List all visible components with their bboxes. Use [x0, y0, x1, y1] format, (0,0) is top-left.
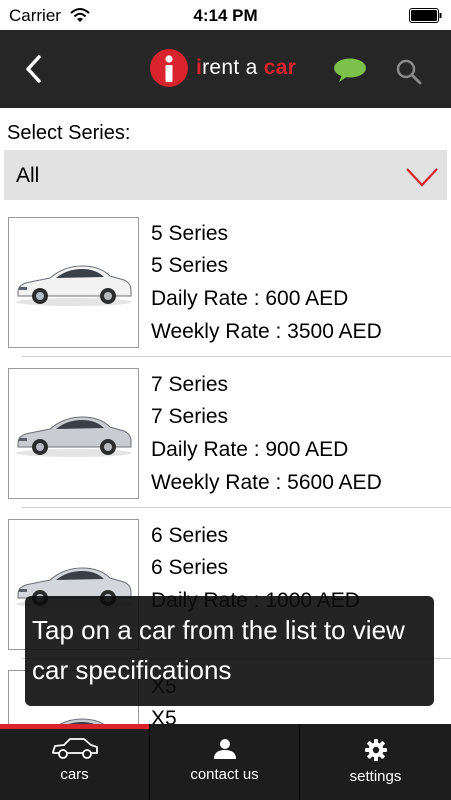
status-bar: Carrier 4:14 PM: [0, 0, 451, 30]
hint-toast-message: Tap on a car from the list to view car s…: [32, 615, 405, 685]
car-image-icon: [16, 265, 132, 306]
chevron-down-icon: [406, 168, 438, 187]
car-list-item[interactable]: 7 Series 7 Series Daily Rate : 900 AED W…: [0, 361, 451, 512]
car-image-icon: [59, 718, 105, 724]
car-subtitle: 6 Series: [151, 556, 229, 579]
app-logo: irent a car: [150, 49, 296, 87]
hint-toast: Tap on a car from the list to view car s…: [25, 596, 434, 706]
battery-icon: [409, 8, 442, 23]
series-selected-value: All: [16, 164, 40, 187]
gear-icon: [364, 739, 387, 761]
car-daily-rate: Daily Rate : 600 AED: [151, 287, 349, 310]
tab-bar: cars contact us settings: [0, 724, 451, 800]
tab-label: settings: [349, 768, 402, 785]
car-weekly-rate: Weekly Rate : 5600 AED: [151, 471, 382, 494]
tab-label: cars: [60, 766, 89, 783]
series-dropdown[interactable]: All: [4, 150, 447, 200]
search-icon[interactable]: [395, 58, 423, 86]
car-subtitle: X5: [151, 707, 177, 724]
person-icon: [213, 739, 236, 759]
select-series-label: Select Series:: [7, 122, 131, 144]
car-subtitle: 5 Series: [151, 254, 229, 277]
car-title: 6 Series: [151, 524, 229, 547]
clock: 4:14 PM: [193, 6, 258, 25]
chat-bubble-icon[interactable]: [333, 57, 367, 83]
car-image-icon: [16, 416, 132, 457]
tab-cars[interactable]: cars: [0, 724, 150, 800]
divider: [22, 356, 451, 357]
tab-contact-us[interactable]: contact us: [150, 724, 300, 800]
car-list-item[interactable]: 5 Series 5 Series Daily Rate : 600 AED W…: [0, 210, 451, 361]
car-title: 5 Series: [151, 222, 229, 245]
nav-bar: irent a car: [0, 30, 451, 108]
tab-settings[interactable]: settings: [300, 724, 451, 800]
back-arrow-icon[interactable]: [20, 52, 50, 86]
car-title: 7 Series: [151, 373, 229, 396]
car-icon: [51, 738, 98, 759]
car-thumbnail: [8, 368, 139, 499]
car-weekly-rate: Weekly Rate : 3500 AED: [151, 320, 382, 343]
car-subtitle: 7 Series: [151, 405, 229, 428]
logo-badge-icon: [150, 49, 188, 87]
divider: [22, 507, 451, 508]
tab-label: contact us: [190, 766, 259, 783]
car-thumbnail: [8, 217, 139, 348]
logo-accent: car: [263, 56, 297, 79]
car-daily-rate: Daily Rate : 900 AED: [151, 438, 349, 461]
logo-text: rent a: [202, 56, 264, 79]
